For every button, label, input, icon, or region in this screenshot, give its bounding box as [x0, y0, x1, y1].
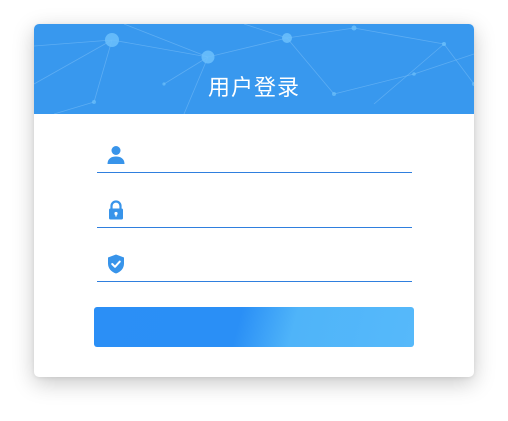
- login-header: 用户登录: [34, 24, 474, 114]
- login-page: 用户登录: [0, 0, 508, 421]
- user-icon: [105, 144, 127, 166]
- login-button[interactable]: [94, 307, 414, 347]
- login-card: 用户登录: [34, 24, 474, 377]
- username-field: [97, 142, 412, 173]
- password-field: [97, 197, 412, 228]
- verification-code-field: [97, 251, 412, 282]
- username-input[interactable]: [137, 142, 407, 170]
- password-input[interactable]: [137, 197, 407, 225]
- page-title: 用户登录: [207, 76, 300, 101]
- shield-check-icon: [105, 253, 127, 275]
- verification-code-input[interactable]: [137, 251, 407, 279]
- lock-icon: [105, 199, 127, 221]
